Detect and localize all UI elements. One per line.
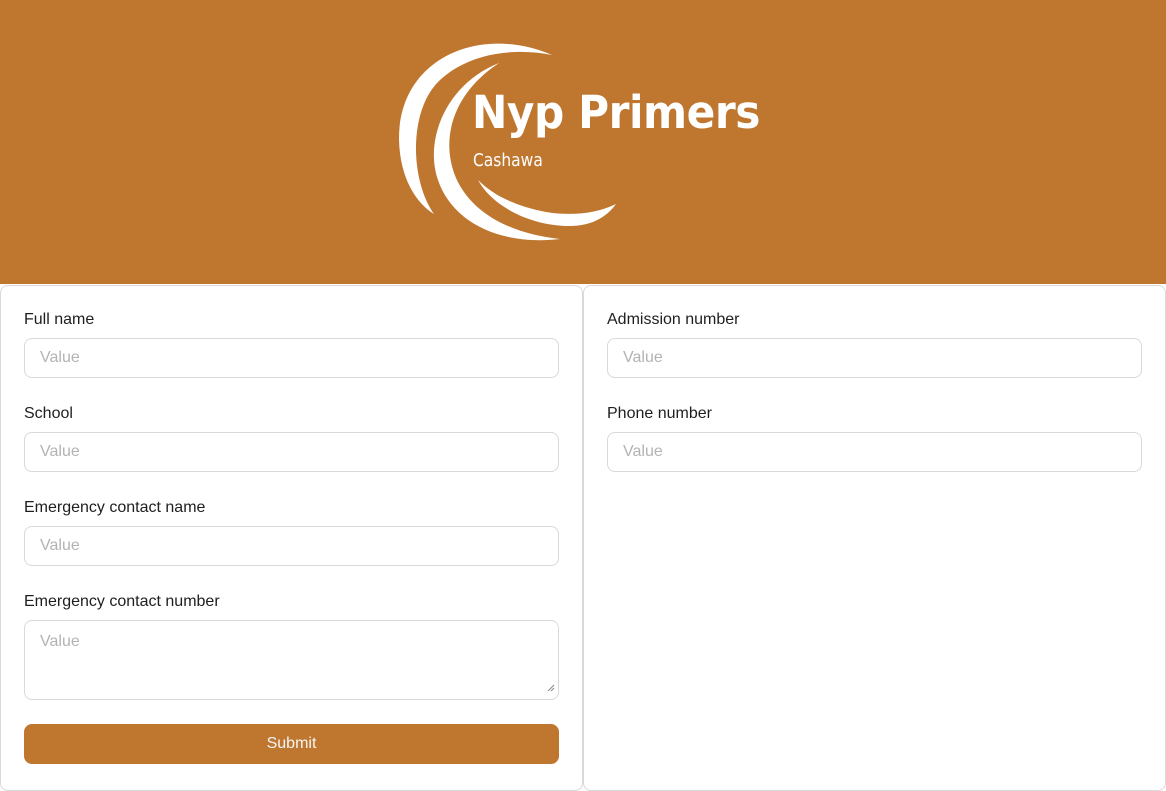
school-label: School [24, 405, 73, 422]
brand-subtitle: Cashawa [473, 150, 543, 171]
full-name-input[interactable] [24, 338, 559, 378]
submit-button[interactable]: Submit [24, 724, 559, 764]
emergency-contact-name-input[interactable] [24, 526, 559, 566]
school-input[interactable] [24, 432, 559, 472]
form-panel-right: Admission number Phone number [583, 285, 1166, 791]
crescent-logo-icon [398, 43, 616, 241]
admission-number-label: Admission number [607, 311, 740, 328]
resize-handle-icon[interactable] [547, 684, 555, 692]
emergency-contact-number-textarea[interactable] [24, 620, 559, 700]
header-banner: Nyp Primers Cashawa [0, 0, 1166, 284]
phone-number-input[interactable] [607, 432, 1142, 472]
emergency-contact-number-label: Emergency contact number [24, 593, 220, 610]
brand-title: Nyp Primers [472, 86, 760, 139]
phone-number-label: Phone number [607, 405, 712, 422]
emergency-contact-name-label: Emergency contact name [24, 499, 206, 516]
full-name-label: Full name [24, 311, 95, 328]
admission-number-input[interactable] [607, 338, 1142, 378]
form-panel-left: Full name School Emergency contact name … [0, 285, 583, 791]
